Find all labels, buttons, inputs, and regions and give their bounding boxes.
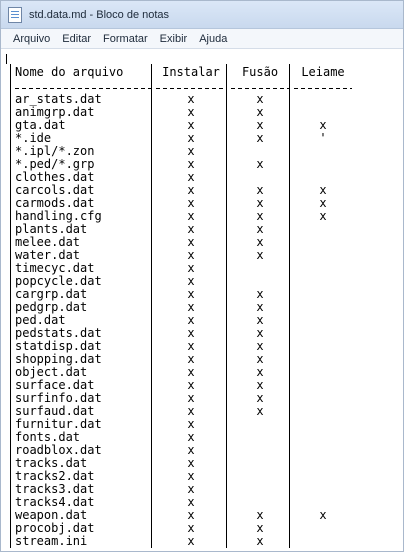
header-leiame: Leiame xyxy=(289,64,352,80)
fusao-cell xyxy=(226,431,290,444)
menu-bar: Arquivo Editar Formatar Exibir Ajuda xyxy=(1,29,403,49)
leiame-cell xyxy=(289,158,352,171)
fusao-cell: x xyxy=(226,405,290,418)
table-row: gta.dat x x x xyxy=(10,119,352,132)
leiame-cell xyxy=(289,470,352,483)
leiame-cell xyxy=(289,483,352,496)
leiame-cell xyxy=(289,288,352,301)
leiame-cell xyxy=(289,522,352,535)
leiame-cell xyxy=(289,301,352,314)
leiame-cell xyxy=(289,145,352,158)
leiame-cell xyxy=(289,392,352,405)
leiame-cell xyxy=(289,275,352,288)
leiame-cell xyxy=(289,223,352,236)
leiame-cell xyxy=(289,236,352,249)
header-instalar: Instalar xyxy=(151,64,227,80)
header-fusao: Fusão xyxy=(226,64,290,80)
fusao-cell xyxy=(226,444,290,457)
leiame-cell xyxy=(289,457,352,470)
text-editor[interactable]: Nome do arquivo Instalar Fusão Leiame ar… xyxy=(1,50,403,551)
leiame-cell xyxy=(289,379,352,392)
leiame-cell: x xyxy=(289,210,352,223)
leiame-cell xyxy=(289,366,352,379)
leiame-cell xyxy=(289,340,352,353)
menu-exibir[interactable]: Exibir xyxy=(154,31,194,47)
leiame-cell xyxy=(289,535,352,548)
fusao-cell xyxy=(226,483,290,496)
leiame-cell xyxy=(289,353,352,366)
fusao-cell xyxy=(226,262,290,275)
file-name-cell: stream.ini xyxy=(10,535,152,548)
notepad-icon xyxy=(8,6,22,23)
fusao-cell xyxy=(226,457,290,470)
table-header-row: Nome do arquivo Instalar Fusão Leiame xyxy=(10,64,352,80)
text-cursor xyxy=(6,54,7,64)
menu-formatar[interactable]: Formatar xyxy=(97,31,154,47)
file-table: Nome do arquivo Instalar Fusão Leiame ar… xyxy=(10,64,352,548)
fusao-cell xyxy=(226,470,290,483)
fusao-cell: x xyxy=(226,249,290,262)
fusao-cell: x xyxy=(226,132,290,145)
fusao-cell xyxy=(226,418,290,431)
leiame-cell xyxy=(289,93,352,106)
title-bar[interactable]: std.data.md - Bloco de notas xyxy=(1,1,403,29)
window-title: std.data.md - Bloco de notas xyxy=(29,8,170,21)
table-row: stream.ini x x xyxy=(10,535,352,548)
menu-arquivo[interactable]: Arquivo xyxy=(7,31,56,47)
instalar-cell: x xyxy=(151,535,227,548)
divider-cell xyxy=(289,80,352,93)
file-table-body: Nome do arquivo Instalar Fusão Leiame ar… xyxy=(10,64,352,548)
header-nome-do-arquivo: Nome do arquivo xyxy=(10,64,152,80)
leiame-cell xyxy=(289,444,352,457)
leiame-cell xyxy=(289,327,352,340)
leiame-cell xyxy=(289,431,352,444)
menu-editar[interactable]: Editar xyxy=(56,31,97,47)
leiame-cell xyxy=(289,418,352,431)
leiame-cell: x xyxy=(289,509,352,522)
leiame-cell xyxy=(289,262,352,275)
leiame-cell xyxy=(289,405,352,418)
fusao-cell: x xyxy=(226,535,290,548)
fusao-cell: x xyxy=(226,158,290,171)
notepad-window: std.data.md - Bloco de notas Arquivo Edi… xyxy=(0,0,404,552)
menu-ajuda[interactable]: Ajuda xyxy=(193,31,233,47)
leiame-cell xyxy=(289,249,352,262)
leiame-cell: ' xyxy=(289,132,352,145)
leiame-cell xyxy=(289,314,352,327)
